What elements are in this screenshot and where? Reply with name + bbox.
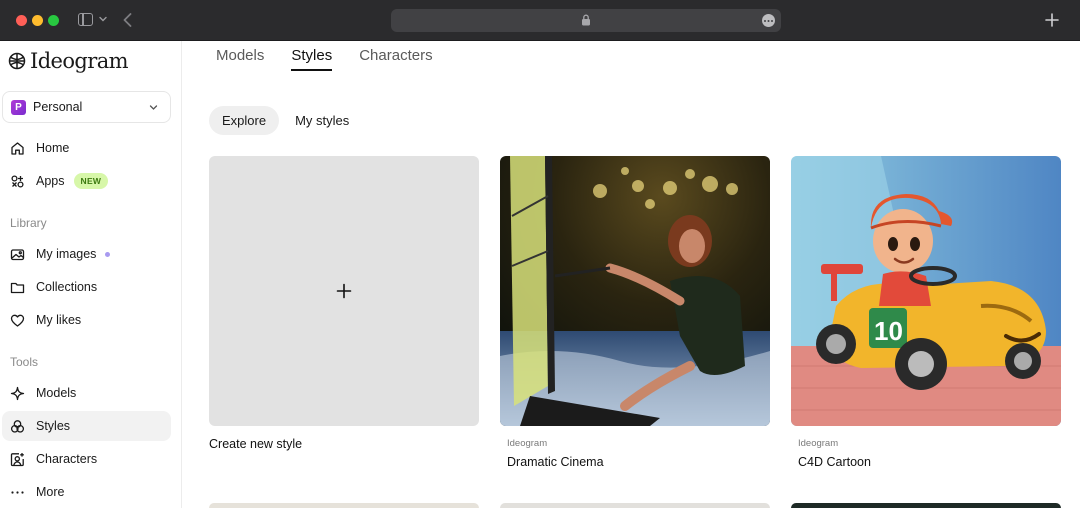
next-row-card-peek [209, 503, 479, 508]
characters-icon [10, 452, 24, 466]
workspace-selector[interactable]: P Personal [2, 91, 171, 123]
sidebar-item-my-images[interactable]: My images [2, 239, 171, 269]
chevron-down-icon [149, 105, 158, 110]
sidebar-item-collections[interactable]: Collections [2, 272, 171, 302]
style-thumbnail[interactable] [500, 156, 770, 426]
folder-icon [10, 282, 25, 293]
sidebar-item-label: Characters [36, 452, 98, 466]
subtab-explore[interactable]: Explore [209, 106, 280, 135]
sidebar-item-more[interactable]: More [2, 477, 171, 507]
heart-icon [10, 314, 25, 327]
create-style-card[interactable]: Create new style [209, 156, 479, 451]
minimize-window-button[interactable] [32, 15, 43, 26]
style-title: Dramatic Cinema [507, 455, 604, 469]
styles-icon [10, 419, 25, 433]
plus-icon [336, 283, 352, 299]
style-card-dramatic-cinema[interactable]: Ideogram Dramatic Cinema [500, 156, 770, 469]
apps-icon [11, 174, 24, 188]
windsurfer-image [500, 156, 770, 426]
more-horizontal-icon [11, 490, 24, 494]
sidebar-item-styles[interactable]: Styles [2, 411, 171, 441]
chevron-down-icon[interactable] [99, 15, 107, 23]
next-row-card-peek [791, 503, 1061, 508]
style-title: C4D Cartoon [798, 455, 871, 469]
tab-characters[interactable]: Characters [359, 47, 432, 71]
sidebar-item-models[interactable]: Models [2, 378, 171, 408]
style-card-c4d-cartoon[interactable]: 10 Ideogram C4D Cartoon [791, 156, 1061, 469]
tab-models[interactable]: Models [216, 47, 264, 71]
create-style-tile[interactable] [209, 156, 479, 426]
sparkle-icon [10, 386, 25, 400]
ideogram-brain-icon [8, 52, 26, 70]
lock-icon [582, 14, 590, 26]
zoom-window-button[interactable] [48, 15, 59, 26]
address-bar[interactable] [391, 9, 781, 32]
images-icon [10, 248, 25, 260]
home-icon [11, 141, 24, 155]
sidebar: Ideogram P Personal Home Apps NEW Librar… [0, 41, 182, 508]
sidebar-item-label: Home [36, 141, 70, 155]
sidebar-item-label: Models [36, 386, 77, 400]
subtab-my-styles[interactable]: My styles [282, 106, 362, 135]
ideogram-logo[interactable]: Ideogram [7, 49, 129, 73]
section-label-library: Library [10, 216, 47, 230]
sidebar-item-label: Collections [36, 280, 98, 294]
style-thumbnail[interactable]: 10 [791, 156, 1061, 426]
sidebar-item-label: Styles [36, 419, 71, 433]
tab-styles[interactable]: Styles [291, 47, 333, 71]
sidebar-item-label: My likes [36, 313, 82, 327]
sidebar-item-apps[interactable]: Apps NEW [2, 166, 171, 196]
section-label-tools: Tools [10, 355, 39, 369]
sidebar-item-label: My images [36, 247, 97, 261]
style-author: Ideogram [798, 438, 839, 449]
new-tab-plus-icon[interactable] [1044, 12, 1060, 28]
logo-text: Ideogram [30, 49, 129, 73]
create-style-title: Create new style [209, 437, 303, 451]
close-window-button[interactable] [16, 15, 27, 26]
sidebar-item-label: More [36, 485, 65, 499]
svg-text:10: 10 [874, 316, 903, 346]
notification-dot [105, 251, 111, 257]
back-arrow-icon[interactable] [121, 12, 135, 28]
browser-toolbar [0, 0, 1080, 41]
style-author: Ideogram [507, 438, 548, 449]
next-row-card-peek [500, 503, 770, 508]
workspace-label: Personal [33, 100, 83, 114]
style-subtabs: Explore My styles [209, 106, 365, 135]
sidebar-item-my-likes[interactable]: My likes [2, 305, 171, 335]
sidebar-item-home[interactable]: Home [2, 133, 171, 163]
more-icon[interactable] [762, 14, 775, 27]
sidebar-toggle-icon[interactable] [78, 13, 93, 26]
cartoon-car-image: 10 [791, 156, 1061, 426]
sidebar-item-label: Apps [36, 174, 65, 188]
new-badge: NEW [73, 173, 109, 189]
sidebar-item-characters[interactable]: Characters [2, 444, 171, 474]
top-tabs: Models Styles Characters [216, 47, 460, 71]
workspace-avatar: P [11, 99, 26, 115]
